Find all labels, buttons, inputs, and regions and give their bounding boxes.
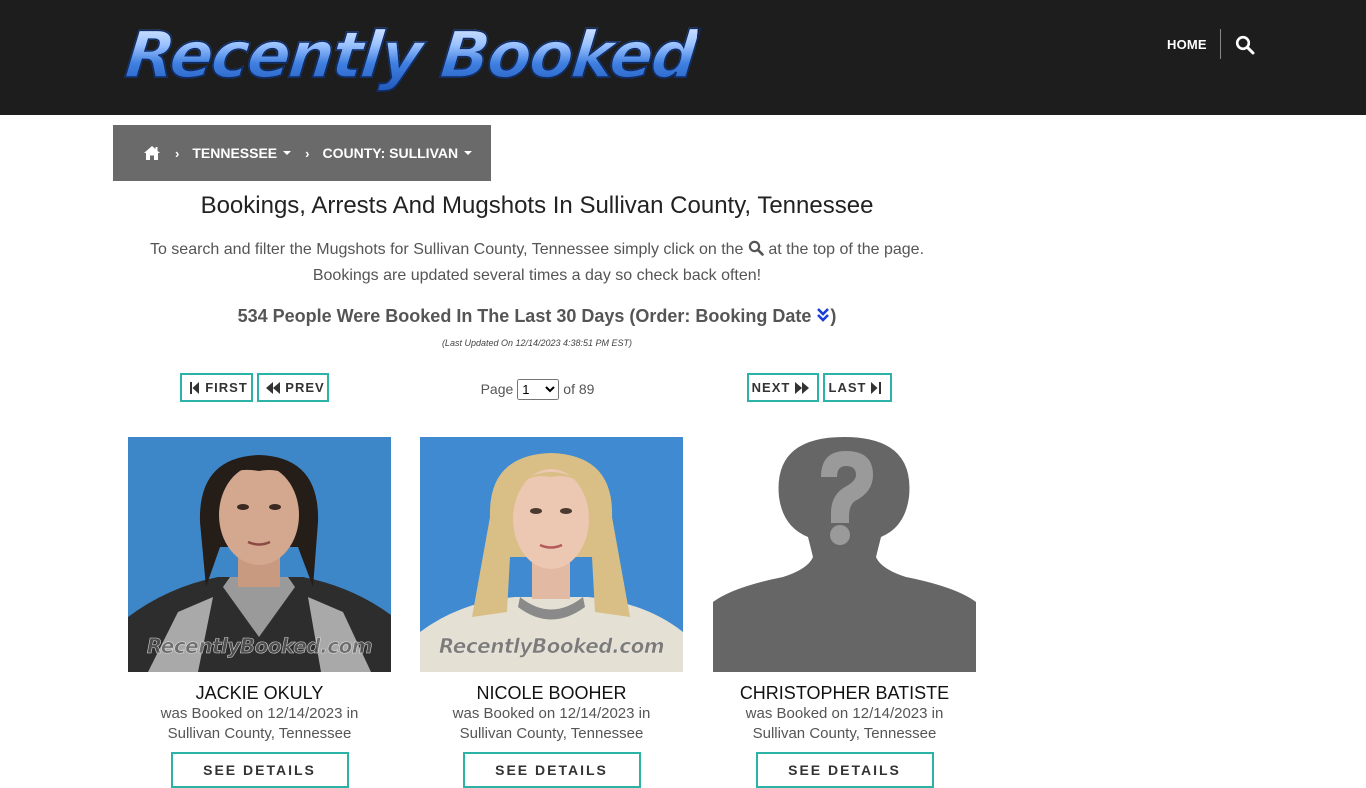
last-page-icon	[871, 381, 882, 394]
intro-line2: Bookings are updated several times a day…	[312, 267, 762, 284]
first-page-label: FIRST	[205, 380, 248, 395]
see-details-button[interactable]: SEE DETAILS	[462, 752, 641, 788]
mugshot-photo[interactable]: RecentlyBooked.com	[420, 437, 683, 672]
breadcrumb-state-label: TENNESSEE	[192, 145, 278, 161]
watermark: RecentlyBooked.com	[146, 634, 373, 659]
page-label: Page	[480, 381, 514, 397]
watermark: RecentlyBooked.com	[438, 634, 665, 659]
booking-count-close: )	[830, 306, 837, 326]
booking-count-text: 534 People Were Booked In The Last 30 Da…	[237, 306, 812, 326]
booking-card: RecentlyBooked.com NICOLE BOOHER was Boo…	[420, 437, 683, 788]
booking-location-text: Sullivan County, Tennessee	[167, 725, 352, 742]
page-total: of 89	[563, 381, 595, 397]
nav-home-link[interactable]: HOME	[1167, 36, 1207, 54]
intro-line1-start: To search and filter the Mugshots for Su…	[149, 241, 744, 258]
booking-date-text: was Booked on 12/14/2023 in	[160, 705, 359, 722]
booking-location-text: Sullivan County, Tennessee	[459, 725, 644, 742]
booking-date-text: was Booked on 12/14/2023 in	[745, 705, 944, 722]
page-selector: Page 1 of 89	[470, 377, 605, 401]
site-header: Recently Booked HOME	[0, 0, 1366, 115]
booking-location-text: Sullivan County, Tennessee	[752, 725, 937, 742]
booking-card: RecentlyBooked.com JACKIE OKULY was Book…	[128, 437, 391, 788]
first-page-button[interactable]: FIRST	[180, 373, 253, 402]
double-chevron-down-icon[interactable]	[816, 304, 830, 322]
last-updated: (Last Updated On 12/14/2023 4:38:51 PM E…	[441, 338, 633, 348]
booking-count: 534 People Were Booked In The Last 30 Da…	[113, 303, 961, 329]
next-page-button[interactable]: NEXT	[747, 373, 819, 402]
see-details-button[interactable]: SEE DETAILS	[755, 752, 934, 788]
breadcrumb-state-dropdown[interactable]: TENNESSEE	[192, 145, 292, 161]
booking-name[interactable]: NICOLE BOOHER	[420, 682, 683, 704]
booking-date-text: was Booked on 12/14/2023 in	[452, 705, 651, 722]
caret-down-icon	[283, 151, 292, 155]
rewind-icon	[266, 381, 281, 394]
fast-forward-icon	[795, 381, 810, 394]
search-icon[interactable]	[1235, 35, 1255, 55]
prev-page-label: PREV	[285, 380, 325, 395]
breadcrumb-county-dropdown[interactable]: COUNTY: SULLIVAN	[323, 145, 473, 161]
intro-line1-end: at the top of the page.	[768, 241, 925, 258]
placeholder-silhouette-image[interactable]	[713, 437, 976, 672]
breadcrumb-county-label: COUNTY: SULLIVAN	[322, 145, 459, 161]
first-page-icon	[190, 381, 200, 394]
search-icon	[748, 239, 764, 256]
caret-down-icon	[464, 151, 473, 155]
see-details-button[interactable]: SEE DETAILS	[170, 752, 349, 788]
last-page-button[interactable]: LAST	[823, 373, 892, 402]
booking-name[interactable]: JACKIE OKULY	[128, 682, 391, 704]
prev-page-button[interactable]: PREV	[257, 373, 329, 402]
site-logo[interactable]: Recently Booked	[121, 18, 699, 94]
last-page-label: LAST	[828, 380, 867, 395]
booking-name[interactable]: CHRISTOPHER BATISTE	[713, 682, 976, 704]
next-page-label: NEXT	[751, 380, 791, 395]
home-icon[interactable]	[143, 145, 161, 161]
booking-card: CHRISTOPHER BATISTE was Booked on 12/14/…	[713, 437, 976, 788]
chevron-right-icon: ›	[175, 145, 180, 161]
mugshot-photo[interactable]: RecentlyBooked.com	[128, 437, 391, 672]
page-title: Bookings, Arrests And Mugshots In Sulliv…	[200, 192, 874, 219]
nav-divider	[1220, 29, 1221, 59]
page-select[interactable]: 1	[517, 378, 560, 400]
intro-text: To search and filter the Mugshots for Su…	[113, 237, 961, 289]
breadcrumb: › TENNESSEE › COUNTY: SULLIVAN	[113, 125, 491, 181]
chevron-right-icon: ›	[305, 145, 310, 161]
